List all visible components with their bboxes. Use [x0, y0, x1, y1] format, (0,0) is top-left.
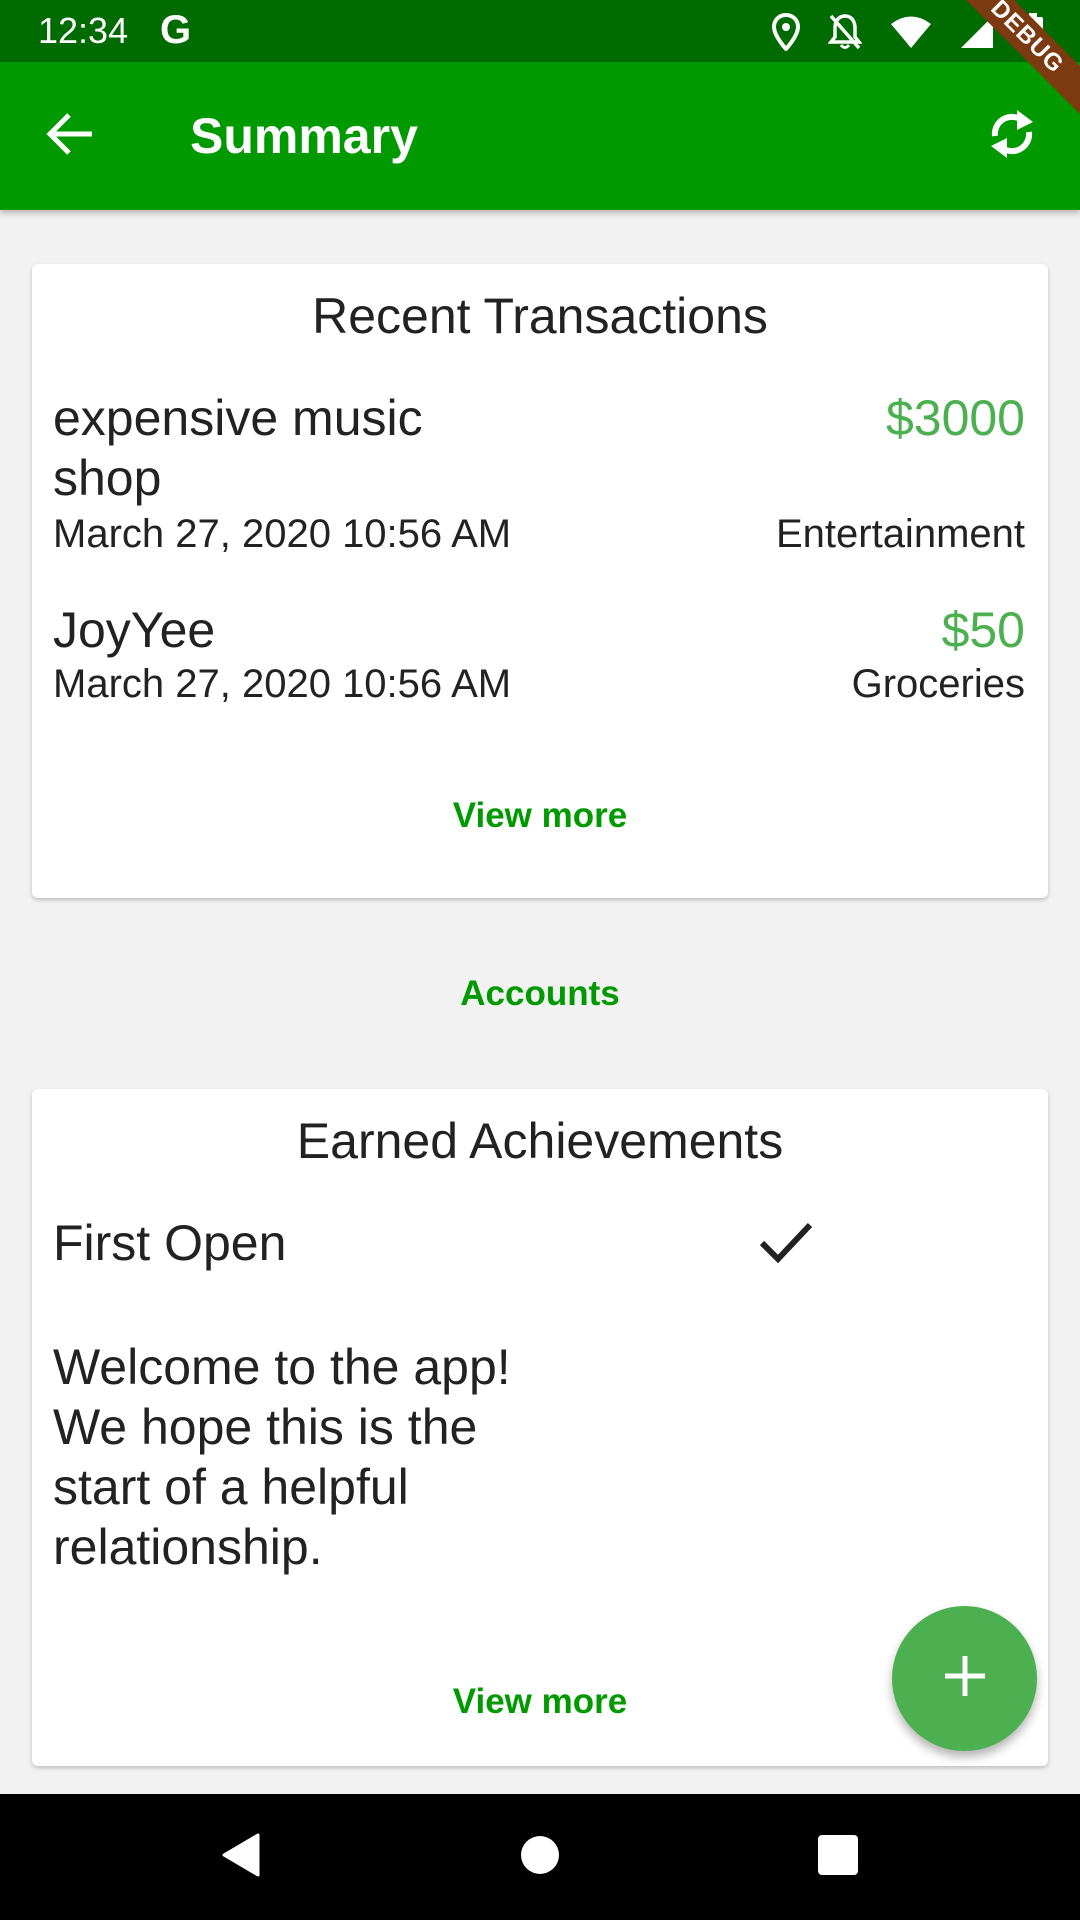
- transaction-category: Entertainment: [775, 512, 1025, 556]
- transaction-amount: $3000: [885, 390, 1025, 446]
- refresh-button[interactable]: [980, 104, 1044, 168]
- nav-home-button[interactable]: [510, 1827, 570, 1887]
- add-button[interactable]: [892, 1606, 1037, 1751]
- app-bar: Summary: [0, 62, 1080, 210]
- recent-transactions-card: Recent Transactions expensive music shop…: [32, 264, 1048, 898]
- transaction-date: March 27, 2020 10:56 AM: [53, 512, 512, 556]
- arrow-back-icon: [46, 112, 94, 161]
- transaction-name: JoyYee: [53, 602, 216, 658]
- recents-square-icon: [817, 1834, 859, 1881]
- card-title: Earned Achievements: [296, 1113, 784, 1169]
- status-bar: 12:34 G: [0, 0, 1080, 62]
- google-notification-icon: G: [160, 8, 192, 52]
- card-title: Recent Transactions: [312, 288, 768, 344]
- check-icon: [758, 1219, 814, 1267]
- transaction-name: expensive music shop: [53, 390, 423, 506]
- wifi-icon: [890, 15, 932, 49]
- view-more-transactions-button[interactable]: View more: [32, 794, 1048, 838]
- refresh-icon: [987, 106, 1037, 167]
- accounts-button[interactable]: Accounts: [0, 972, 1080, 1016]
- transaction-category: Groceries: [851, 662, 1025, 706]
- nav-recents-button[interactable]: [808, 1827, 868, 1887]
- transaction-date: March 27, 2020 10:56 AM: [53, 662, 512, 706]
- system-navigation-bar: [0, 1794, 1080, 1920]
- page-title: Summary: [190, 108, 418, 164]
- transaction-amount: $50: [941, 602, 1025, 658]
- achievement-name: First Open: [53, 1215, 287, 1271]
- status-time: 12:34: [38, 10, 129, 51]
- location-icon: [772, 13, 800, 51]
- back-triangle-icon: [218, 1831, 262, 1884]
- back-button[interactable]: [40, 106, 100, 166]
- nav-back-button[interactable]: [210, 1827, 270, 1887]
- home-circle-icon: [520, 1835, 560, 1880]
- achievement-description: Welcome to the app! We hope this is the …: [53, 1339, 511, 1575]
- add-icon: [943, 1654, 987, 1703]
- notifications-off-icon: [828, 13, 862, 51]
